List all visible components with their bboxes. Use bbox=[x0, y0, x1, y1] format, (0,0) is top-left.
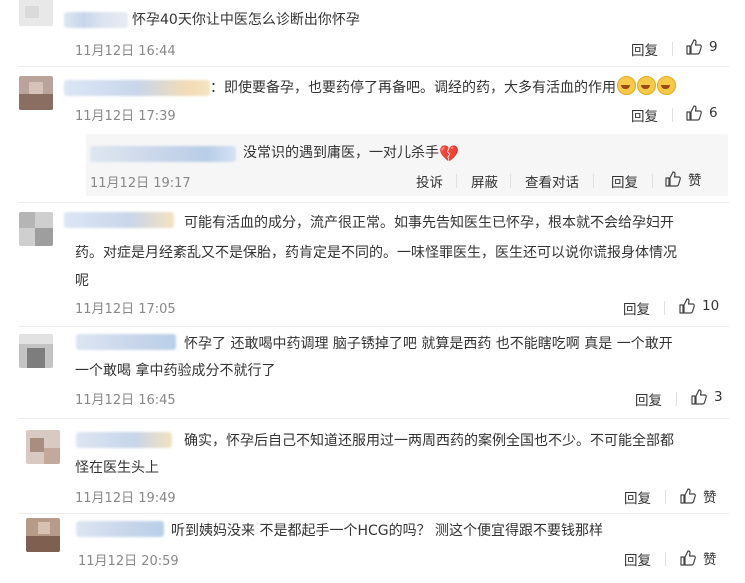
divider bbox=[19, 418, 729, 419]
divider bbox=[19, 202, 729, 203]
avatar[interactable] bbox=[26, 518, 60, 552]
divider bbox=[665, 490, 666, 504]
avatar[interactable] bbox=[19, 212, 53, 246]
divider bbox=[676, 392, 677, 406]
sub-reply-time: 11月12日 19:17 bbox=[90, 176, 191, 191]
comment-text: ：即使要备孕，也要药停了再备吧。调经的药，大多有活血的作用 bbox=[210, 75, 676, 101]
comment-text-line: 呢 bbox=[75, 273, 89, 289]
reply-button[interactable]: 回复 bbox=[624, 487, 651, 507]
reply-button[interactable]: 回复 bbox=[623, 298, 650, 318]
thumbs-up-icon bbox=[679, 298, 695, 314]
divider bbox=[652, 174, 653, 188]
report-button[interactable]: 投诉 bbox=[416, 171, 443, 191]
divider bbox=[19, 326, 729, 327]
username[interactable] bbox=[64, 80, 210, 96]
like-count: 10 bbox=[702, 298, 720, 314]
divider bbox=[510, 174, 511, 188]
laughing-tears-emoji-icon bbox=[637, 76, 656, 95]
comment-text-line: 怀孕了 还敢喝中药调理 脑子锈掉了吧 就算是西药 也不能瞎吃啊 真是 一个敢开 bbox=[184, 336, 673, 352]
divider bbox=[672, 108, 673, 122]
comment-text-line: 可能有活血的成分，流产很正常。如事先告知医生已怀孕，根本就不会给孕妇开 bbox=[184, 215, 674, 231]
avatar[interactable] bbox=[19, 76, 53, 110]
divider bbox=[672, 42, 673, 56]
reply-button[interactable]: 回复 bbox=[611, 171, 638, 191]
laughing-tears-emoji-icon bbox=[617, 76, 636, 95]
divider bbox=[593, 174, 594, 188]
username[interactable] bbox=[76, 432, 172, 448]
thumbs-up-icon bbox=[686, 105, 702, 121]
username[interactable] bbox=[76, 521, 164, 537]
like-count: 6 bbox=[709, 105, 718, 121]
thumbs-up-icon bbox=[680, 550, 696, 566]
username[interactable] bbox=[64, 212, 174, 228]
avatar[interactable] bbox=[19, 0, 53, 26]
like-button[interactable]: 赞 bbox=[679, 486, 717, 506]
comment-text-line: 怪在医生头上 bbox=[75, 460, 159, 476]
divider bbox=[665, 552, 666, 566]
broken-heart-icon: 💔 bbox=[439, 144, 459, 163]
reply-button[interactable]: 回复 bbox=[631, 39, 658, 59]
comment-text-line: 一个敢喝 拿中药验成分不就行了 bbox=[75, 363, 276, 379]
comment-time: 11月12日 17:05 bbox=[75, 302, 176, 317]
comment-time: 11月12日 20:59 bbox=[78, 554, 179, 569]
like-button[interactable]: 10 bbox=[678, 297, 719, 315]
like-count: 9 bbox=[709, 39, 718, 55]
divider bbox=[19, 66, 729, 67]
thumbs-up-icon bbox=[686, 39, 702, 55]
comment-text-line: 药。对症是月经紊乱又不是保胎，药肯定是不同的。一味怪罪医生，医生还可以说你谎报身… bbox=[75, 245, 677, 261]
reply-button[interactable]: 回复 bbox=[624, 549, 651, 569]
sub-reply-box: 没常识的遇到庸医，一对儿杀手💔 11月12日 19:17 投诉 屏蔽 查看对话 … bbox=[86, 134, 728, 196]
like-button[interactable]: 3 bbox=[690, 388, 723, 406]
thumbs-up-icon bbox=[665, 171, 681, 187]
divider bbox=[456, 174, 457, 188]
view-conversation-button[interactable]: 查看对话 bbox=[525, 171, 579, 191]
thumbs-up-icon bbox=[680, 488, 696, 504]
comment-time: 11月12日 17:39 bbox=[75, 109, 176, 124]
like-label: 赞 bbox=[703, 490, 717, 506]
divider bbox=[664, 301, 665, 315]
avatar[interactable] bbox=[26, 430, 60, 464]
username[interactable] bbox=[76, 334, 176, 350]
comment-text-line: 确实，怀孕后自己不知道还服用过一两周西药的案例全国也不少。不可能全部都 bbox=[184, 433, 674, 449]
avatar[interactable] bbox=[19, 334, 53, 368]
like-button[interactable]: 9 bbox=[685, 38, 718, 56]
username[interactable] bbox=[90, 146, 236, 162]
comment-time: 11月12日 19:49 bbox=[75, 491, 176, 506]
like-label: 赞 bbox=[688, 173, 702, 189]
reply-button[interactable]: 回复 bbox=[635, 389, 662, 409]
laughing-tears-emoji-icon bbox=[657, 76, 676, 95]
comment-text: 怀孕40天你让中医怎么诊断出你怀孕 bbox=[132, 12, 360, 28]
like-button[interactable]: 6 bbox=[685, 104, 718, 122]
divider bbox=[19, 513, 729, 514]
comment-time: 11月12日 16:44 bbox=[75, 44, 176, 59]
thumbs-up-icon bbox=[691, 389, 707, 405]
block-button[interactable]: 屏蔽 bbox=[471, 171, 498, 191]
comment-time: 11月12日 16:45 bbox=[75, 393, 176, 408]
username[interactable] bbox=[64, 12, 128, 28]
like-button[interactable]: 赞 bbox=[664, 169, 702, 189]
like-button[interactable]: 赞 bbox=[679, 548, 717, 568]
reply-button[interactable]: 回复 bbox=[631, 105, 658, 125]
like-count: 3 bbox=[714, 389, 723, 405]
comment-text: 听到姨妈没来 不是都起手一个HCG的吗？ 测这个便宜得跟不要钱那样 bbox=[171, 523, 604, 539]
like-label: 赞 bbox=[703, 552, 717, 568]
sub-reply-text: 没常识的遇到庸医，一对儿杀手💔 bbox=[243, 144, 459, 163]
